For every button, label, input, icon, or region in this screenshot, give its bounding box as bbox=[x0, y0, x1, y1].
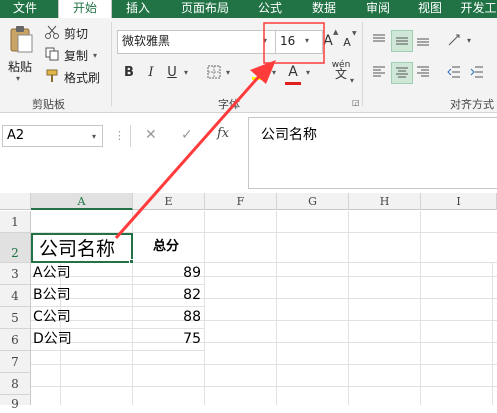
annotation-overlay bbox=[114, 22, 325, 239]
annotation-arrow-line bbox=[114, 72, 264, 239]
font-size-highlight-box bbox=[263, 22, 325, 64]
